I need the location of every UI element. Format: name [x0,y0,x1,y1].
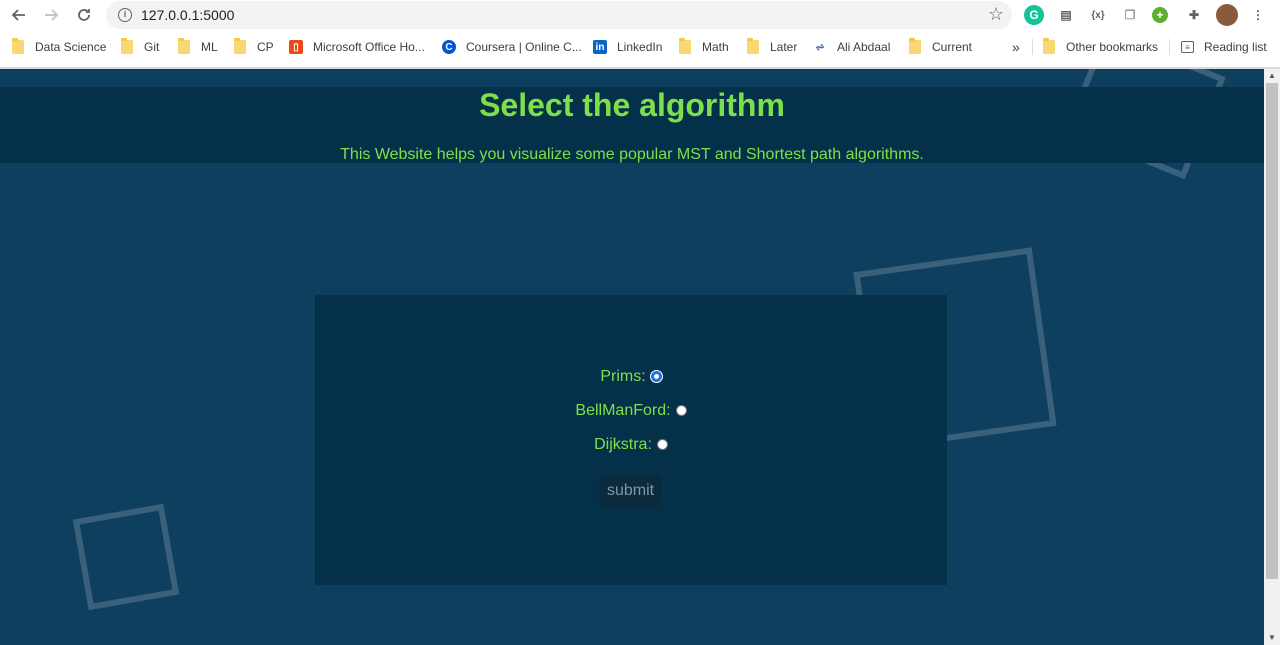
folder-icon [1043,38,1055,54]
back-arrow-icon [11,9,25,21]
bookmarks-separator [1032,39,1033,55]
bookmarks-overflow-button[interactable]: » [1012,39,1020,55]
bookmark-label: Ali Abdaal [837,40,891,54]
bookmark-later[interactable]: Later [747,38,798,55]
option-label: Dijkstra: [594,436,652,453]
forward-button[interactable] [40,4,62,26]
page-scrollbar[interactable]: ▲ ▼ [1264,69,1280,645]
code-extension-icon[interactable]: {x} [1088,5,1108,25]
bookmark-label: Microsoft Office Ho... [313,40,425,54]
bookmark-label: Data Science [35,40,107,54]
site-info-icon[interactable]: i [118,8,132,22]
folder-icon [747,38,759,54]
bookmark-label: Current [932,40,973,54]
bookmark-ml[interactable]: ML [178,38,218,55]
folder-icon [679,38,691,54]
folder-icon [178,38,190,54]
bookmark-microsoft-office[interactable]: ▯ Microsoft Office Ho... [289,39,425,55]
decorative-square [72,503,180,611]
option-dijkstra: Dijkstra: [315,436,947,454]
bookmark-label: LinkedIn [617,40,663,54]
page-subtitle: This Website helps you visualize some po… [340,146,924,163]
bookmark-label: Later [770,40,798,54]
bookmark-label: Git [144,40,160,54]
linkedin-icon: in [593,40,607,54]
book-extension-icon[interactable]: ▤ [1056,5,1076,25]
browser-toolbar: i 127.0.0.1:5000 ☆ G ▤ {x} ❐ + ✚ ⋮ [0,0,1280,30]
scrollbar-thumb[interactable] [1266,83,1278,579]
folder-icon [909,38,921,54]
bookmark-star-icon[interactable]: ☆ [988,4,1004,25]
plus-extension-icon[interactable]: + [1152,7,1168,23]
folder-icon [12,38,24,54]
reading-list-label: Reading list [1204,40,1267,54]
folder-icon [121,38,133,54]
bookmark-linkedin[interactable]: in LinkedIn [593,39,662,55]
coursera-icon: C [442,40,456,54]
bookmark-data-science[interactable]: Data Science [12,38,107,55]
office-icon: ▯ [289,40,303,54]
prims-radio[interactable] [650,371,662,382]
page-title: Select the algorithm [479,87,785,123]
ali-abdaal-icon: ⩫ [814,40,826,54]
option-bellmanford: BellManFord: [315,402,947,420]
folder-icon [234,38,246,54]
address-bar[interactable]: i 127.0.0.1:5000 ☆ [106,1,1012,29]
bookmark-label: CP [257,40,274,54]
extensions-puzzle-icon[interactable]: ✚ [1184,5,1204,25]
copy-extension-icon[interactable]: ❐ [1120,5,1140,25]
bookmark-label: Math [702,40,729,54]
menu-kebab-icon[interactable]: ⋮ [1248,5,1268,25]
dijkstra-radio[interactable] [656,439,668,450]
algorithm-form: Prims: BellManFord: Dijkstra: submit [315,295,947,585]
option-prims: Prims: [315,368,947,386]
bookmark-math[interactable]: Math [679,38,729,55]
bookmark-label: Coursera | Online C... [466,40,582,54]
page-viewport: Select the algorithm This Website helps … [0,69,1264,645]
scroll-down-arrow-icon[interactable]: ▼ [1264,631,1280,645]
bookmark-other-bookmarks[interactable]: Other bookmarks [1043,38,1159,55]
bookmark-ali-abdaal[interactable]: ⩫ Ali Abdaal [813,39,890,55]
bookmarks-bar: Data Science Git ML CP ▯ Microsoft Offic… [0,31,1280,62]
bellmanford-radio[interactable] [675,405,687,416]
bookmark-cp[interactable]: CP [234,38,274,55]
option-label: Prims: [600,368,646,385]
grammarly-extension-icon[interactable]: G [1024,5,1044,25]
bookmark-git[interactable]: Git [121,38,160,55]
submit-button[interactable]: submit [599,474,662,508]
bookmark-coursera[interactable]: C Coursera | Online C... [442,39,582,55]
back-button[interactable] [8,4,30,26]
forward-arrow-icon [45,9,59,21]
reading-list-button[interactable]: ≡ Reading list [1181,39,1267,55]
profile-avatar[interactable] [1216,4,1238,26]
option-label: BellManFord: [575,402,671,419]
reload-icon [78,9,90,21]
reading-list-icon: ≡ [1181,41,1194,53]
bookmark-label: ML [201,40,218,54]
bookmark-current[interactable]: Current [909,38,973,55]
scroll-up-arrow-icon[interactable]: ▲ [1264,69,1280,83]
reload-button[interactable] [73,4,95,26]
url-text[interactable]: 127.0.0.1:5000 [141,7,234,23]
bookmarks-separator [1169,39,1170,55]
bookmark-label: Other bookmarks [1066,40,1159,54]
